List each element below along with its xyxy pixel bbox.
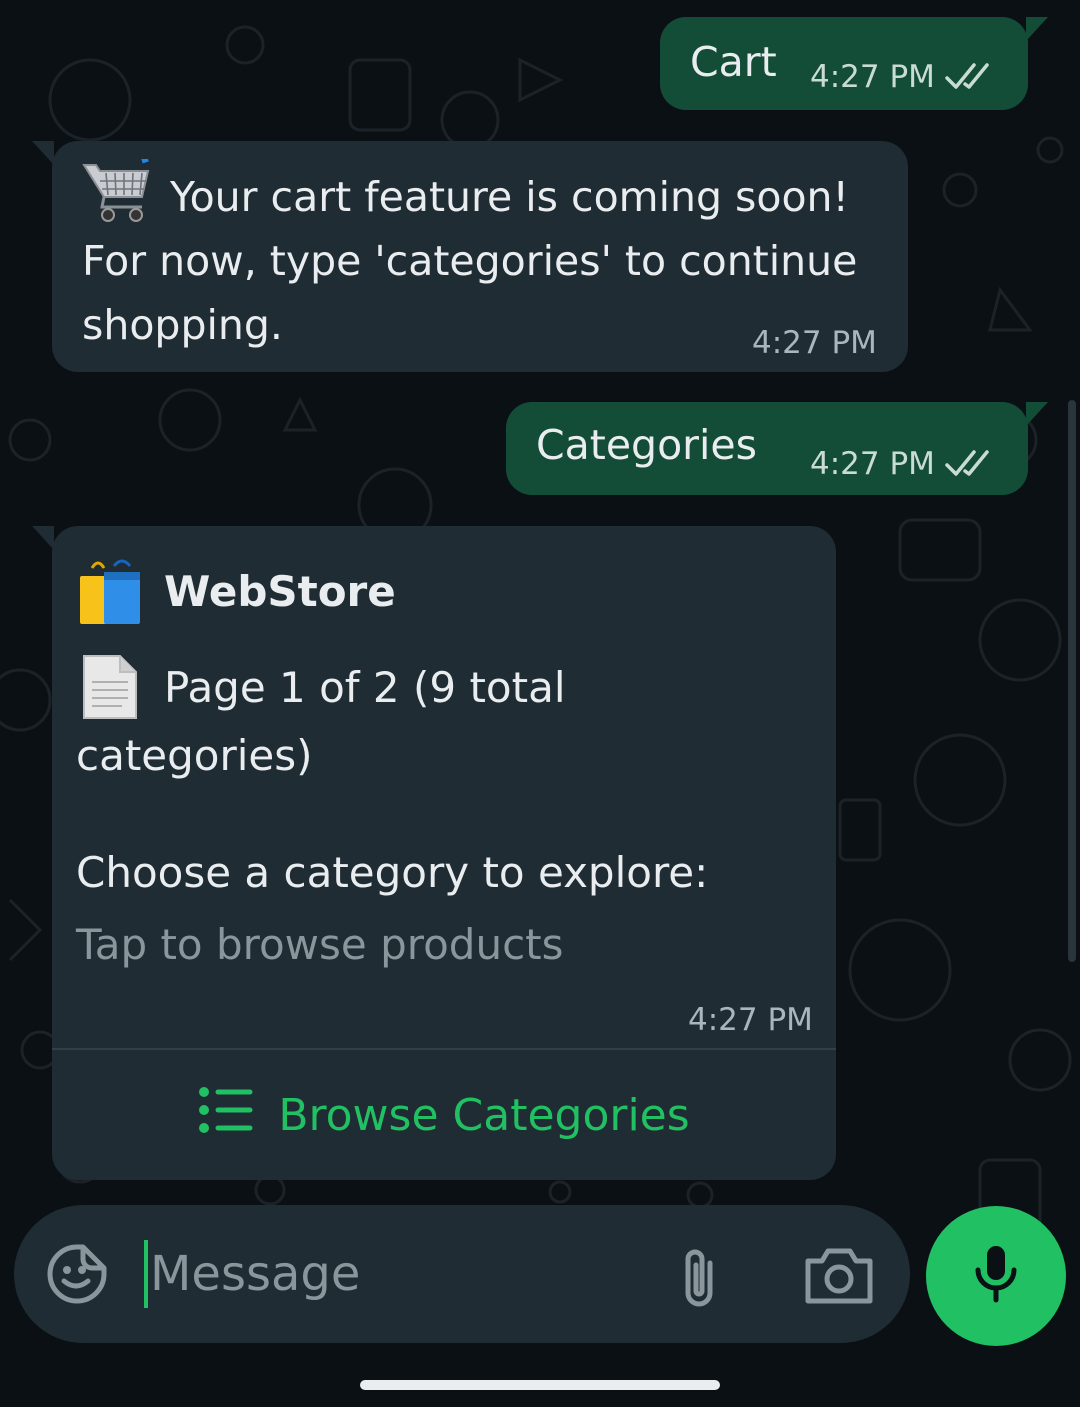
message-incoming-category-list[interactable]: WebStore Page 1 of 2 (9 total categories… (32, 526, 836, 1180)
message-text: Cart (690, 38, 777, 86)
message-time: 4:27 PM (810, 446, 935, 482)
home-indicator[interactable] (360, 1380, 720, 1390)
chat-scrollbar[interactable] (1068, 400, 1076, 962)
list-icon (198, 1086, 254, 1145)
page-info: Page 1 of 2 (9 total categories) (76, 663, 579, 780)
message-meta: 4:27 PM (688, 1002, 813, 1038)
message-outgoing-cart[interactable]: Cart 4:27 PM (660, 17, 1048, 110)
voice-record-button[interactable] (926, 1206, 1066, 1346)
message-meta: 4:27 PM (752, 325, 877, 361)
message-text: Categories (536, 421, 757, 469)
microphone-icon (974, 1244, 1018, 1308)
message-time: 4:27 PM (810, 59, 935, 95)
list-header: WebStore (164, 567, 396, 616)
message-incoming-cart-reply[interactable]: Your cart feature is coming soon! For no… (32, 141, 908, 372)
camera-icon[interactable] (804, 1245, 874, 1305)
read-ticks-icon (945, 449, 993, 479)
message-outgoing-categories[interactable]: Categories 4:27 PM (506, 402, 1048, 495)
paperclip-icon[interactable] (676, 1239, 722, 1311)
sticker-icon[interactable] (46, 1243, 108, 1305)
message-time: 4:27 PM (688, 1002, 813, 1038)
message-composer (14, 1205, 910, 1343)
list-body: Choose a category to explore: (76, 848, 709, 897)
list-footer: Tap to browse products (76, 920, 564, 969)
browse-categories-label: Browse Categories (278, 1089, 690, 1141)
message-meta: 4:27 PM (810, 59, 993, 95)
shopping-bags-icon (78, 558, 142, 630)
conversation[interactable]: Cart 4:27 PM Your cart feature is coming… (0, 0, 1080, 1190)
message-input[interactable] (148, 1233, 632, 1315)
read-ticks-icon (945, 62, 993, 92)
message-time: 4:27 PM (752, 325, 877, 361)
message-meta: 4:27 PM (810, 446, 993, 482)
browse-categories-button[interactable]: Browse Categories (52, 1050, 836, 1180)
